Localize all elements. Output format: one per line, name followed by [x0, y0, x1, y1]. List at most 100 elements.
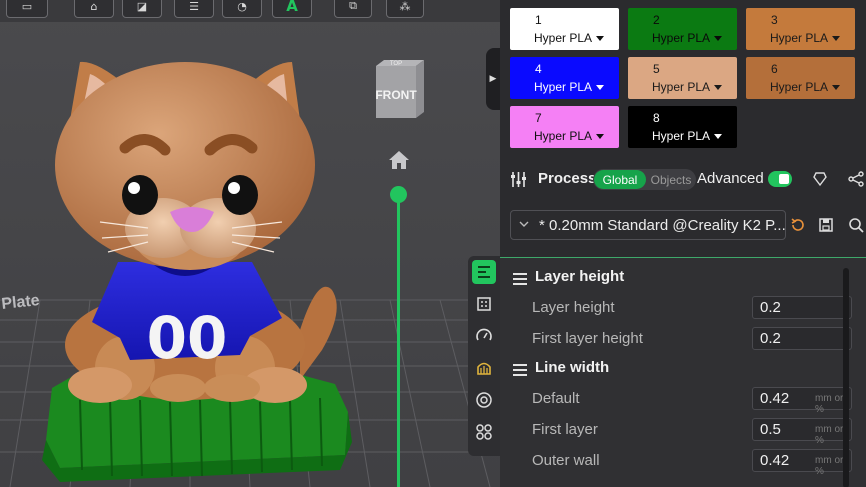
setting-label: First layer	[532, 421, 598, 438]
tab-speed[interactable]	[472, 324, 496, 348]
advanced-label: Advanced	[697, 170, 764, 187]
section-title: Line width	[535, 359, 610, 376]
filament-material-dropdown[interactable]: Hyper PLA	[770, 31, 840, 45]
filament-slot-4[interactable]: 4 Hyper PLA	[510, 57, 619, 99]
support-icon: ⌂	[90, 0, 98, 13]
filament-slot-3[interactable]: 3 Hyper PLA	[746, 8, 855, 50]
setting-label: Layer height	[532, 299, 615, 316]
toolbar-button-5[interactable]: ◔	[222, 0, 262, 18]
multimaterial-icon	[476, 392, 492, 408]
section-title: Layer height	[535, 268, 625, 285]
tab-quality[interactable]	[472, 260, 496, 284]
scope-toggle[interactable]: Global Objects	[593, 169, 696, 190]
toolbar-button-8[interactable]: ⁂	[386, 0, 424, 18]
filament-material-dropdown[interactable]: Hyper PLA	[534, 31, 604, 45]
setting-value: 0.42	[760, 390, 790, 407]
advanced-toggle[interactable]	[768, 171, 792, 187]
view-cube-top-label: TOP	[390, 61, 402, 67]
layer-height-icon	[513, 273, 527, 285]
filament-number: 8	[653, 111, 660, 125]
scope-objects-button[interactable]: Objects	[647, 170, 695, 189]
search-icon[interactable]	[848, 217, 864, 233]
setting-input[interactable]: 0.42 mm or %	[752, 449, 852, 477]
view-cube-front-label: FRONT	[375, 88, 417, 102]
setting-label: Default	[532, 390, 580, 407]
toolbar-button-7[interactable]: ⧉	[334, 0, 372, 18]
filament-slot-8[interactable]: 8 Hyper PLA	[628, 106, 737, 148]
compare-presets-icon[interactable]	[812, 171, 828, 187]
layer-slider-track[interactable]	[397, 196, 400, 487]
filament-slot-6[interactable]: 6 Hyper PLA	[746, 57, 855, 99]
filament-number: 3	[771, 13, 778, 27]
vertical-tab-bar	[468, 256, 500, 456]
support-tab-icon	[477, 362, 491, 375]
tab-support[interactable]	[472, 356, 496, 380]
filament-material-dropdown[interactable]: Hyper PLA	[652, 129, 722, 143]
settings-scrollbar[interactable]	[843, 268, 849, 487]
scope-global-button[interactable]: Global	[594, 170, 646, 189]
filament-material-dropdown[interactable]: Hyper PLA	[652, 80, 722, 94]
filament-number: 5	[653, 62, 660, 76]
text-tool-icon: A	[286, 0, 298, 15]
setting-input[interactable]: 0.2	[752, 327, 852, 350]
filament-material-dropdown[interactable]: Hyper PLA	[534, 80, 604, 94]
filament-number: 6	[771, 62, 778, 76]
process-title: Process	[538, 170, 597, 187]
filament-number: 7	[535, 111, 542, 125]
3d-viewport[interactable]: Plate 00 ▭ ⌂ ◪ ☰ ◔ A ⧉ ⁂ TOP FRONT ▶	[0, 0, 500, 487]
layer-slider-handle[interactable]	[390, 186, 407, 203]
filament-material-dropdown[interactable]: Hyper PLA	[534, 129, 604, 143]
tab-strength[interactable]	[472, 292, 496, 316]
quality-icon	[478, 266, 490, 278]
toolbar-button-2[interactable]: ⌂	[74, 0, 114, 18]
setting-input[interactable]: 0.2	[752, 296, 852, 319]
toolbar-button-1[interactable]: ▭	[6, 0, 48, 18]
filament-material-dropdown[interactable]: Hyper PLA	[652, 31, 722, 45]
line-width-icon	[513, 364, 527, 376]
top-toolbar: ▭ ⌂ ◪ ☰ ◔ A ⧉ ⁂	[0, 0, 500, 22]
view-cube[interactable]: TOP FRONT	[372, 58, 428, 120]
strength-icon	[477, 297, 491, 311]
setting-value: 0.2	[760, 299, 781, 316]
settings-list: Layer height Layer height 0.2 First layer h…	[500, 257, 866, 487]
filament-slot-2[interactable]: 2 Hyper PLA	[628, 8, 737, 50]
filament-slot-5[interactable]: 5 Hyper PLA	[628, 57, 737, 99]
filament-number: 1	[535, 13, 542, 27]
layers-icon: ☰	[189, 0, 199, 13]
filament-slot-7[interactable]: 7 Hyper PLA	[510, 106, 619, 148]
tab-multimaterial[interactable]	[472, 388, 496, 412]
others-icon	[476, 424, 492, 440]
collapse-panel-button[interactable]: ▶	[486, 48, 500, 110]
home-icon[interactable]	[388, 150, 410, 170]
toolbar-button-3[interactable]: ◪	[122, 0, 162, 18]
setting-value: 0.2	[760, 330, 781, 347]
filament-material-dropdown[interactable]: Hyper PLA	[770, 80, 840, 94]
filament-slot-1[interactable]: 1 Hyper PLA	[510, 8, 619, 50]
share-icon[interactable]	[848, 171, 864, 187]
setting-label: Outer wall	[532, 452, 600, 469]
paint-icon: ◔	[237, 0, 247, 13]
save-icon[interactable]	[818, 217, 834, 233]
assembly-icon: ⁂	[399, 0, 411, 13]
layout-icon: ▭	[21, 0, 33, 13]
setting-input[interactable]: 0.5 mm or %	[752, 418, 852, 446]
cut-icon: ⧉	[349, 0, 357, 12]
seam-icon: ◪	[136, 0, 148, 13]
setting-value: 0.42	[760, 452, 790, 469]
setting-input[interactable]: 0.42 mm or %	[752, 387, 852, 415]
preset-name: * 0.20mm Standard @Creality K2 P...	[539, 216, 786, 234]
filament-number: 4	[535, 62, 542, 76]
filament-number: 2	[653, 13, 660, 27]
speed-icon	[476, 328, 492, 341]
setting-value: 0.5	[760, 421, 781, 438]
settings-panel: 1 Hyper PLA 2 Hyper PLA 3 Hyper PLA 4 Hyper PLA…	[500, 0, 866, 487]
toolbar-button-4[interactable]: ☰	[174, 0, 214, 18]
toolbar-button-text[interactable]: A	[272, 0, 312, 18]
reset-icon[interactable]	[790, 217, 806, 233]
process-preset-select[interactable]: * 0.20mm Standard @Creality K2 P...	[510, 210, 786, 240]
setting-label: First layer height	[532, 330, 643, 347]
tab-others[interactable]	[472, 420, 496, 444]
shirt-number: 00	[147, 304, 228, 372]
chevron-right-icon: ▶	[489, 74, 497, 84]
process-settings-icon	[511, 172, 526, 187]
